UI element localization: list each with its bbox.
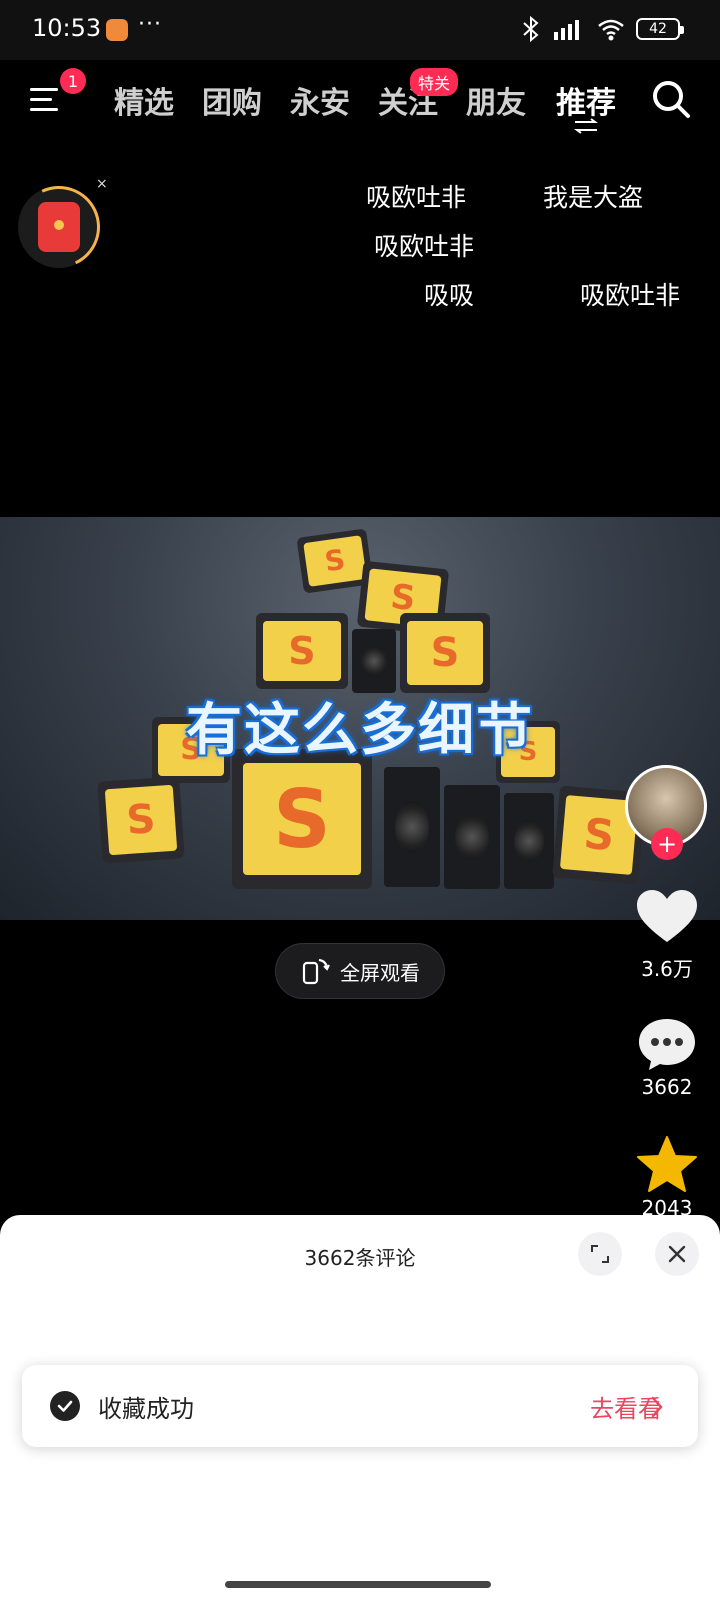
video-speaker-prop xyxy=(352,629,396,693)
video-tv-prop: S xyxy=(97,776,185,864)
video-speaker-prop xyxy=(384,767,440,887)
video-speaker-prop xyxy=(504,793,554,889)
bluetooth-icon xyxy=(523,16,539,42)
switch-feed-icon[interactable] xyxy=(573,118,599,134)
red-packet-close-button[interactable]: × xyxy=(96,176,108,192)
red-packet-widget[interactable] xyxy=(6,174,112,280)
tab-local[interactable]: 永安 xyxy=(290,78,350,122)
chevron-right-icon[interactable] xyxy=(650,1395,664,1419)
app-notification-icon xyxy=(106,19,128,41)
video-speaker-prop xyxy=(444,785,500,889)
menu-badge: 1 xyxy=(60,68,86,94)
video-caption: 有这么多细节 xyxy=(186,698,534,763)
video-tv-prop: S xyxy=(232,749,372,889)
menu-button[interactable] xyxy=(30,82,64,116)
tab-featured[interactable]: 精选 xyxy=(114,78,174,122)
fullscreen-button[interactable]: 全屏观看 xyxy=(275,943,445,999)
fullscreen-label: 全屏观看 xyxy=(340,960,420,985)
comment-count: 3662 xyxy=(641,1075,693,1099)
close-icon xyxy=(668,1245,686,1263)
top-nav: 1 精选 团购 永安 关注 特关 朋友 推荐 xyxy=(0,60,720,140)
video-tv-prop: S xyxy=(400,613,490,693)
toast-message: 收藏成功 xyxy=(98,1395,194,1423)
check-circle-icon xyxy=(50,1391,80,1421)
video-tv-prop: S xyxy=(256,613,348,689)
system-icons: 42 xyxy=(520,16,684,42)
cellular-signal-icon xyxy=(554,20,579,40)
battery-icon: 42 xyxy=(636,18,684,40)
favorite-star-icon[interactable] xyxy=(635,1134,699,1194)
search-icon[interactable] xyxy=(650,78,692,120)
like-heart-icon[interactable] xyxy=(635,888,699,946)
red-packet-icon xyxy=(38,202,80,252)
favorite-success-toast: 收藏成功 去看看 xyxy=(22,1365,698,1447)
danmaku-comment: 吸吸 xyxy=(424,281,475,310)
danmaku-comment: 吸欧吐非 xyxy=(374,232,475,261)
follow-button[interactable]: + xyxy=(651,828,683,860)
status-time: 10:53 xyxy=(32,14,102,42)
danmaku-comment: 吸欧吐非 xyxy=(580,281,681,310)
danmaku-comment: 吸欧吐非 xyxy=(366,183,467,212)
danmaku-comment: 我是大盗 xyxy=(543,183,644,212)
wifi-icon xyxy=(598,19,624,41)
close-comments-button[interactable] xyxy=(655,1232,699,1276)
tab-group-buy[interactable]: 团购 xyxy=(202,78,262,122)
status-bar: 10:53 ··· 42 xyxy=(0,0,720,60)
more-notifications-icon: ··· xyxy=(138,12,162,37)
expand-comments-button[interactable] xyxy=(578,1232,622,1276)
tab-friends[interactable]: 朋友 xyxy=(466,78,526,122)
tab-recommend[interactable]: 推荐 xyxy=(556,78,616,122)
following-badge: 特关 xyxy=(410,68,459,96)
video-player[interactable]: S S S S S S S S S 有这么多细节 xyxy=(0,517,720,920)
expand-icon xyxy=(591,1245,609,1263)
rotate-screen-icon xyxy=(302,958,330,985)
home-indicator[interactable] xyxy=(225,1581,491,1588)
comment-icon[interactable] xyxy=(635,1015,699,1073)
like-count: 3.6万 xyxy=(641,957,693,981)
